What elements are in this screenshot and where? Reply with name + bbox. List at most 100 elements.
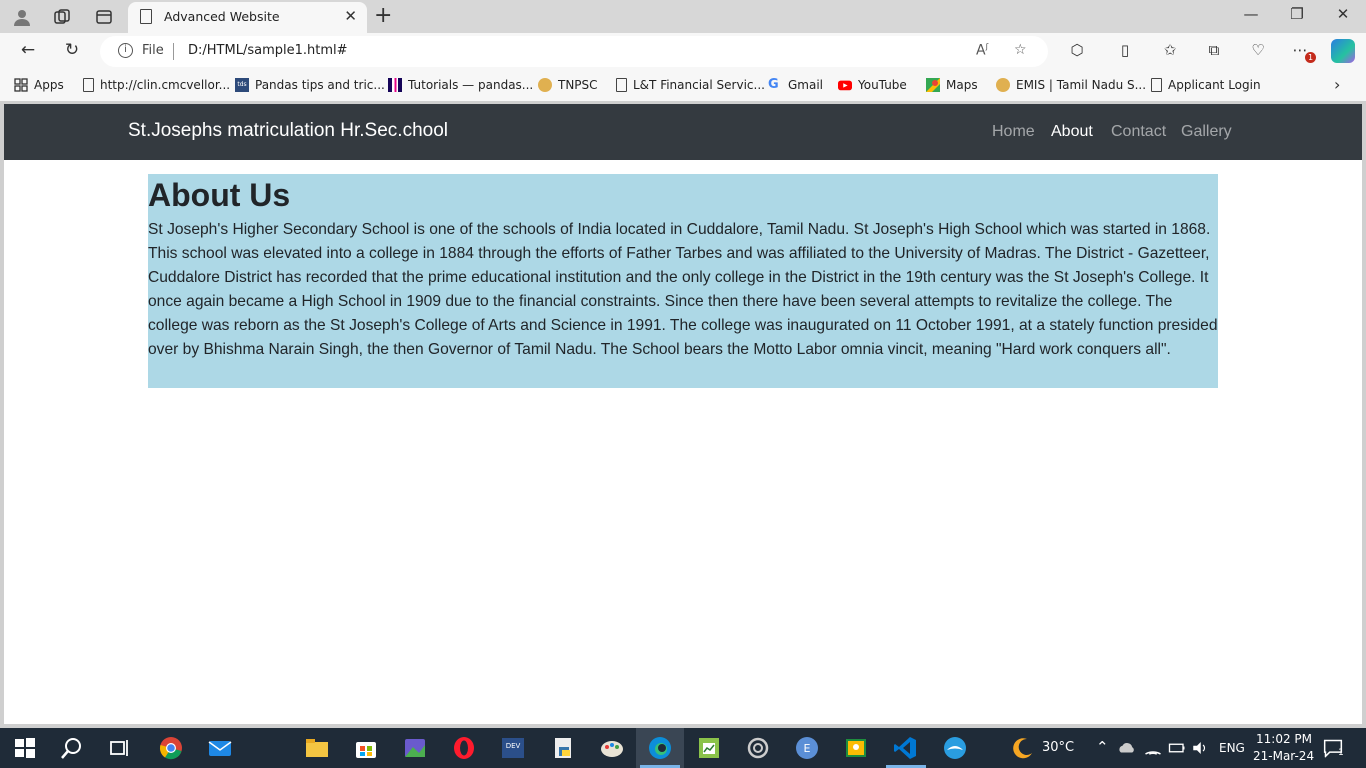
bookmarks-bar: Apps http://clin.cmcvellor... tds Pandas… [0, 70, 1366, 101]
split-screen-icon[interactable]: ▯ [1115, 41, 1135, 61]
site-navbar: St.Josephs matriculation Hr.Sec.chool Ho… [4, 104, 1362, 160]
page-icon [1151, 78, 1162, 92]
google-icon: G [768, 77, 779, 92]
address-prefix: File [142, 43, 164, 58]
cloud-app-icon[interactable] [943, 736, 967, 760]
youtube-icon [838, 80, 852, 91]
vscode-icon[interactable] [893, 736, 917, 760]
chevron-right-icon[interactable]: › [1334, 75, 1340, 94]
chrome-icon[interactable] [159, 736, 183, 760]
bookmark-pandas-tips[interactable]: tds Pandas tips and tric... [235, 78, 385, 92]
cursor-app-icon[interactable] [746, 736, 770, 760]
weather-temperature[interactable]: 30°C [1042, 740, 1074, 755]
back-icon[interactable]: ← [16, 40, 40, 60]
copilot-icon[interactable] [1331, 39, 1355, 63]
bookmark-label: Tutorials — pandas... [408, 78, 534, 92]
search-icon[interactable] [60, 736, 84, 760]
new-tab-icon[interactable]: + [374, 3, 392, 28]
language-indicator[interactable]: ENG [1219, 741, 1245, 755]
spreadsheet-icon[interactable] [697, 736, 721, 760]
read-aloud-icon[interactable]: Aʃ [976, 42, 988, 59]
browser-essentials-icon[interactable]: ♡ [1248, 41, 1268, 61]
page-icon [83, 78, 94, 92]
file-explorer-icon[interactable] [305, 736, 329, 760]
bookmark-label: YouTube [858, 78, 907, 92]
dev-cpp-icon[interactable]: DEV [501, 736, 525, 760]
favorites-icon[interactable]: ✩ [1160, 41, 1180, 61]
weather-moon-icon [1013, 738, 1032, 759]
active-tab[interactable]: Advanced Website ✕ [128, 2, 367, 33]
windows-start-icon[interactable] [13, 736, 37, 760]
bookmark-label: Apps [34, 78, 64, 92]
notification-count: 1 [1338, 748, 1344, 758]
photos-icon[interactable] [403, 736, 427, 760]
opera-icon[interactable] [452, 736, 476, 760]
about-section: About Us St Joseph's Higher Secondary Sc… [148, 174, 1218, 388]
about-heading: About Us [148, 177, 291, 213]
python-file-icon[interactable] [551, 736, 575, 760]
workspaces-icon[interactable] [51, 6, 73, 28]
bookmark-gmail[interactable]: G Gmail [768, 77, 824, 93]
about-paragraph: St Joseph's Higher Secondary School is o… [148, 221, 1218, 358]
paint-icon[interactable] [600, 736, 624, 760]
mail-icon[interactable] [208, 736, 232, 760]
battery-icon[interactable] [1168, 739, 1186, 757]
page-viewport: St.Josephs matriculation Hr.Sec.chool Ho… [4, 104, 1362, 724]
vertical-tabs-icon[interactable] [93, 6, 115, 28]
taskbar: DEV E 30°C ⌃ ENG 11:02 PM 21-Mar-24 1 [0, 728, 1366, 768]
bookmark-label: Applicant Login [1168, 78, 1261, 92]
wifi-icon[interactable] [1144, 739, 1162, 757]
nav-link-contact[interactable]: Contact [1111, 123, 1166, 141]
nav-link-home[interactable]: Home [992, 123, 1035, 141]
bookmark-emis[interactable]: EMIS | Tamil Nadu S... [996, 78, 1146, 92]
refresh-icon[interactable]: ↻ [60, 40, 84, 60]
clock-time[interactable]: 11:02 PM [1256, 732, 1312, 746]
bookmark-clin[interactable]: http://clin.cmcvellor... [83, 78, 230, 92]
bookmark-pandas-tutorials[interactable]: Tutorials — pandas... [388, 78, 533, 92]
bookmark-maps[interactable]: Maps [926, 78, 978, 92]
nav-link-gallery[interactable]: Gallery [1181, 123, 1232, 141]
minimize-icon[interactable]: — [1239, 5, 1263, 23]
clock-date[interactable]: 21-Mar-24 [1253, 749, 1314, 763]
svg-text:E: E [804, 742, 811, 755]
info-icon[interactable]: i [118, 43, 133, 58]
tds-icon: tds [235, 78, 249, 92]
site-brand[interactable]: St.Josephs matriculation Hr.Sec.chool [128, 120, 448, 142]
address-bar[interactable]: i File D:/HTML/sample1.html# Aʃ ☆ [100, 36, 1048, 67]
chevron-up-icon[interactable]: ⌃ [1096, 738, 1109, 756]
emis-icon [996, 78, 1010, 92]
bookmark-tnpsc[interactable]: TNPSC [538, 78, 598, 92]
address-separator [173, 43, 174, 60]
bookmark-label: http://clin.cmcvellor... [100, 78, 231, 92]
bookmark-label: EMIS | Tamil Nadu S... [1016, 78, 1147, 92]
apps-grid-icon [14, 78, 28, 92]
onedrive-icon[interactable] [1118, 739, 1136, 757]
tab-close-icon[interactable]: ✕ [344, 7, 357, 25]
url-text[interactable]: D:/HTML/sample1.html# [188, 43, 348, 58]
bookmark-lt-financial[interactable]: L&T Financial Servic... [616, 78, 765, 92]
bookmark-label: L&T Financial Servic... [633, 78, 765, 92]
microsoft-store-icon[interactable] [354, 736, 378, 760]
profile-icon[interactable] [11, 6, 33, 28]
page-icon [140, 9, 152, 24]
task-view-icon[interactable] [108, 736, 132, 760]
bookmark-applicant-login[interactable]: Applicant Login [1151, 78, 1261, 92]
edge-icon[interactable] [648, 736, 672, 760]
collections-icon[interactable]: ⧉ [1204, 41, 1224, 61]
bookmark-label: TNPSC [558, 78, 598, 92]
notification-badge: 1 [1305, 52, 1316, 63]
nav-link-about[interactable]: About [1051, 123, 1093, 141]
window-close-icon[interactable]: ✕ [1331, 5, 1355, 23]
pandas-icon [388, 78, 402, 92]
bookmark-apps[interactable]: Apps [14, 78, 64, 92]
bookmark-youtube[interactable]: YouTube [838, 78, 907, 92]
reader-app-icon[interactable]: E [795, 736, 819, 760]
extensions-icon[interactable]: ⬡ [1067, 41, 1087, 61]
restore-icon[interactable]: ❐ [1285, 5, 1309, 23]
tab-title: Advanced Website [164, 9, 280, 24]
classroom-icon[interactable] [844, 736, 868, 760]
bookmark-label: Pandas tips and tric... [255, 78, 385, 92]
volume-icon[interactable] [1191, 739, 1209, 757]
favorite-star-icon[interactable]: ☆ [1014, 42, 1027, 58]
bookmark-label: Gmail [788, 78, 824, 92]
